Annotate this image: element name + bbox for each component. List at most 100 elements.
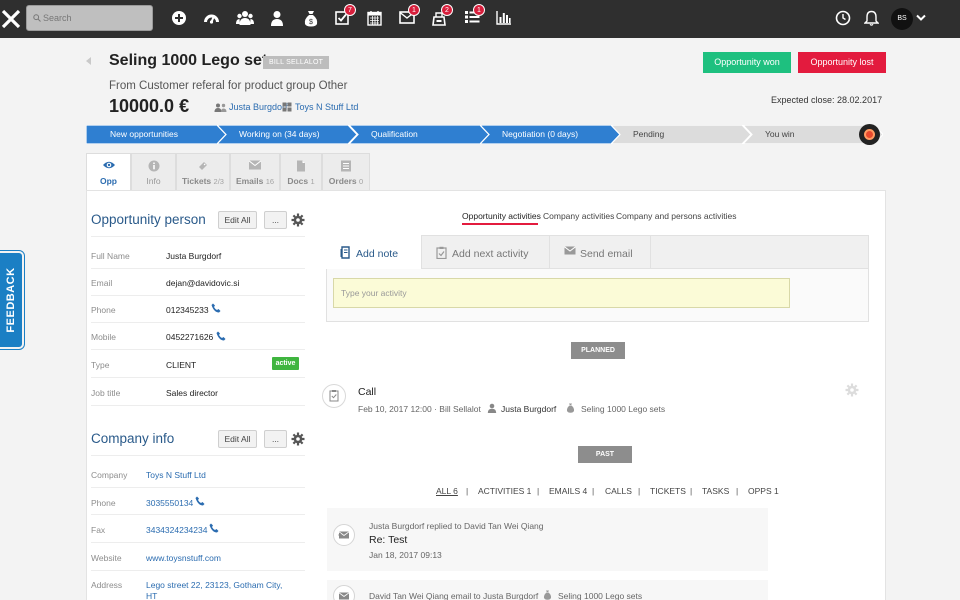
past-activity-subject[interactable]: Re: Test xyxy=(369,534,407,546)
list-badge: 1 xyxy=(473,4,485,16)
company-phone-label: Phone xyxy=(91,498,116,508)
tab-label: Info xyxy=(146,176,161,186)
filter-calls[interactable]: CALLS xyxy=(605,486,632,496)
clipboard-icon xyxy=(436,246,447,259)
company-more-button[interactable]: ... xyxy=(264,430,287,448)
inbox-icon[interactable]: 2 xyxy=(432,4,453,28)
back-arrow-icon[interactable] xyxy=(86,57,91,65)
opportunity-won-button[interactable]: Opportunity won xyxy=(703,52,791,73)
address-value-line2[interactable]: HT xyxy=(146,591,157,600)
envelope-icon xyxy=(564,246,576,255)
past-activity-opportunity[interactable]: Seling 1000 Lego sets xyxy=(558,591,642,600)
avatar[interactable]: BS xyxy=(891,8,913,30)
search-icon xyxy=(33,14,41,22)
phone-value[interactable]: 012345233 xyxy=(166,305,209,315)
tab-opp[interactable]: Opp xyxy=(86,153,131,192)
search-input[interactable] xyxy=(43,9,147,27)
contact-persons-icon xyxy=(214,103,227,113)
opportunity-lost-button[interactable]: Opportunity lost xyxy=(798,52,886,73)
phone-icon[interactable] xyxy=(216,331,226,341)
person-more-button[interactable]: ... xyxy=(264,211,287,229)
calendar-icon[interactable] xyxy=(367,10,385,28)
person-edit-all-button[interactable]: Edit All xyxy=(218,211,257,229)
list-icon[interactable]: 1 xyxy=(464,4,485,28)
search-box[interactable] xyxy=(26,5,153,31)
email-value[interactable]: dejan@davidovic.si xyxy=(166,278,239,288)
pipeline-stage[interactable]: Negotiation (0 days) xyxy=(480,125,620,144)
filter-tickets[interactable]: TICKETS xyxy=(650,486,686,496)
chevron-down-icon[interactable] xyxy=(916,14,934,32)
tab-info[interactable]: Info xyxy=(131,153,176,191)
planned-activity-person[interactable]: Justa Burgdorf xyxy=(501,404,556,414)
activity-gear-icon[interactable] xyxy=(845,383,859,397)
pipeline-stage[interactable]: New opportunities xyxy=(86,125,226,144)
tab-emails[interactable]: Emails 16 xyxy=(230,153,280,191)
filter-activities[interactable]: ACTIVITIES 1 xyxy=(478,486,531,496)
plus-circle-icon[interactable] xyxy=(171,10,189,28)
company-link[interactable]: Toys N Stuff Ltd xyxy=(282,102,358,112)
x-logo-icon[interactable] xyxy=(1,9,21,29)
company-gear-icon[interactable] xyxy=(291,432,305,446)
users-icon[interactable] xyxy=(236,10,254,28)
pipeline-stage[interactable]: Qualification xyxy=(349,125,489,144)
company-value[interactable]: Toys N Stuff Ltd xyxy=(146,470,206,480)
clock-icon[interactable] xyxy=(835,10,853,28)
address-label: Address xyxy=(91,580,123,590)
filter-emails[interactable]: EMAILS 4 xyxy=(549,486,587,496)
company-name[interactable]: Toys N Stuff Ltd xyxy=(295,102,358,112)
email-label: Email xyxy=(91,278,113,288)
tab-company-activities[interactable]: Company activities xyxy=(543,211,614,221)
company-phone-value[interactable]: 3035550134 xyxy=(146,498,193,508)
pipeline-target-icon[interactable] xyxy=(859,124,880,145)
phone-icon[interactable] xyxy=(209,523,219,533)
active-tab-underline xyxy=(462,223,538,225)
filter-separator: | xyxy=(537,486,540,496)
owner-tag: BILL SELLALOT xyxy=(263,56,330,69)
fax-value[interactable]: 3434324234234 xyxy=(146,525,207,535)
address-value[interactable]: Lego street 22, 23123, Gotham City, xyxy=(146,580,282,590)
tab-docs[interactable]: Docs 1 xyxy=(280,153,322,191)
mail-icon[interactable]: 1 xyxy=(399,4,420,28)
add-note-button[interactable]: Add note xyxy=(326,235,422,269)
filter-separator: | xyxy=(690,486,693,496)
planned-activity-opportunity[interactable]: Seling 1000 Lego sets xyxy=(581,404,665,414)
planned-activity-icon xyxy=(322,384,346,408)
contact-name[interactable]: Justa Burgdorf xyxy=(229,102,288,112)
pipeline-stage[interactable]: Working on (34 days) xyxy=(217,125,357,144)
planned-activity-datetime: Feb 10, 2017 12:00 · Bill Sellalot xyxy=(358,404,481,414)
company-icon xyxy=(282,102,292,112)
tasks-check-icon[interactable]: 7 xyxy=(335,4,356,28)
tab-company-persons-activities[interactable]: Company and persons activities xyxy=(616,211,736,221)
pipeline-stage[interactable]: Pending xyxy=(611,125,751,144)
past-label: PAST xyxy=(578,446,632,463)
divider xyxy=(91,295,305,296)
mobile-value[interactable]: 0452271626 xyxy=(166,332,213,342)
add-next-activity-button[interactable]: Add next activity xyxy=(422,235,550,269)
money-bag-icon[interactable]: $ xyxy=(303,10,321,28)
send-email-button[interactable]: Send email xyxy=(550,235,651,269)
filter-tasks[interactable]: TASKS xyxy=(702,486,729,496)
website-value[interactable]: www.toysnstuff.com xyxy=(146,553,221,563)
pipeline-stage-label: New opportunities xyxy=(110,129,179,139)
user-icon[interactable] xyxy=(270,10,288,28)
bar-chart-icon[interactable] xyxy=(496,10,514,28)
person-gear-icon[interactable] xyxy=(291,213,305,227)
dashboard-icon[interactable] xyxy=(203,10,221,28)
tab-label: Tickets 2/3 xyxy=(182,176,224,186)
phone-icon[interactable] xyxy=(195,496,205,506)
tab-orders[interactable]: Orders 0 xyxy=(322,153,370,191)
planned-activity-title[interactable]: Call xyxy=(358,386,376,398)
user-icon xyxy=(487,403,497,413)
tab-opportunity-activities[interactable]: Opportunity activities xyxy=(462,211,541,221)
tab-tickets[interactable]: Tickets 2/3 xyxy=(176,153,230,191)
filter-all[interactable]: ALL 6 xyxy=(436,486,458,496)
filter-opps[interactable]: OPPS 1 xyxy=(748,486,779,496)
phone-icon[interactable] xyxy=(211,303,221,313)
divider xyxy=(91,514,305,515)
bell-icon[interactable] xyxy=(864,10,882,28)
contact-link[interactable]: Justa Burgdorf xyxy=(214,102,288,113)
company-edit-all-button[interactable]: Edit All xyxy=(218,430,257,448)
tab-label: Opp xyxy=(100,176,117,186)
feedback-tab[interactable]: FEEDBACK xyxy=(0,251,24,349)
activity-input[interactable] xyxy=(333,278,790,308)
